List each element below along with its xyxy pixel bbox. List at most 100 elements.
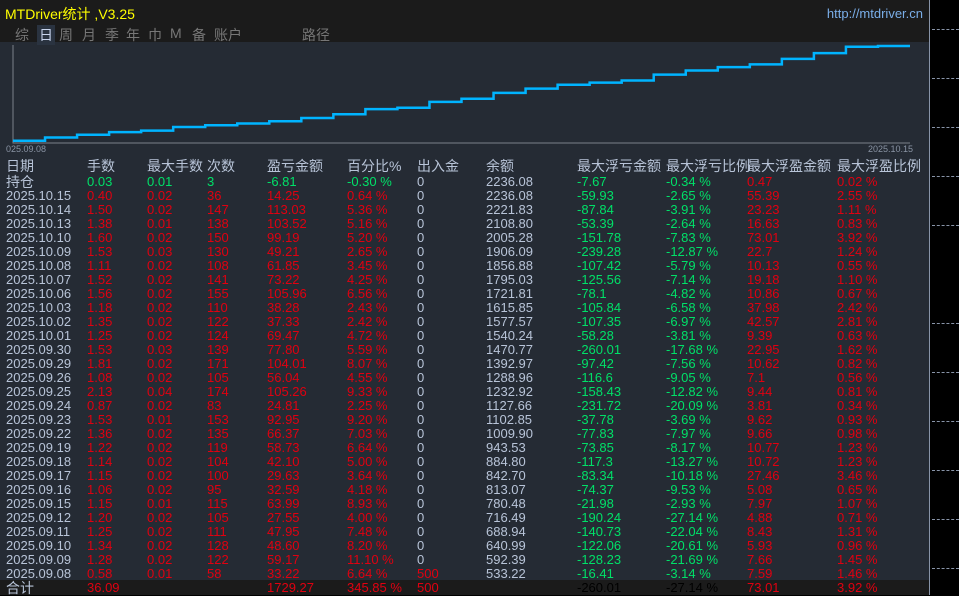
row-lots: 0.40 bbox=[87, 188, 113, 203]
row-date: 2025.10.07 bbox=[6, 272, 72, 287]
row-pnl: 48.60 bbox=[267, 538, 300, 553]
row-count: 58 bbox=[207, 566, 222, 581]
row-deposit: 0 bbox=[417, 188, 425, 203]
row-lots: 1.34 bbox=[87, 538, 113, 553]
row-max-float-profit-pct: 1.46 % bbox=[837, 566, 878, 581]
row-max-float-profit-pct: 2.81 % bbox=[837, 314, 878, 329]
row-balance: 1470.77 bbox=[486, 342, 533, 357]
row-max-lots: 0.01 bbox=[147, 412, 173, 427]
row-balance: 1615.85 bbox=[486, 300, 533, 315]
row-max-float-profit-pct: 0.83 % bbox=[837, 216, 878, 231]
row-count: 122 bbox=[207, 314, 229, 329]
row-max-float-loss: -87.84 bbox=[577, 202, 614, 217]
column-header-balance: 余额 bbox=[486, 158, 514, 174]
row-pct: 6.56 % bbox=[347, 286, 388, 301]
row-max-float-profit: 7.66 bbox=[747, 552, 773, 567]
row-deposit: 0 bbox=[417, 496, 425, 511]
row-pct: 8.20 % bbox=[347, 538, 388, 553]
row-balance: 813.07 bbox=[486, 482, 526, 497]
row-deposit: 0 bbox=[417, 524, 425, 539]
row-pct: 3.64 % bbox=[347, 468, 388, 483]
row-balance: 2108.80 bbox=[486, 216, 533, 231]
row-max-float-loss: -16.41 bbox=[577, 566, 614, 581]
row-deposit: 0 bbox=[417, 538, 425, 553]
row-count: 105 bbox=[207, 370, 229, 385]
panel-header: MTDriver统计 ,V3.25 http://mtdriver.cn 综日周… bbox=[0, 0, 929, 45]
row-balance: 688.94 bbox=[486, 524, 526, 539]
row-max-float-loss-pct: -6.58 % bbox=[666, 300, 711, 315]
row-max-float-loss-pct: -7.56 % bbox=[666, 356, 711, 371]
row-pct: 9.20 % bbox=[347, 412, 388, 427]
row-pnl: 27.55 bbox=[267, 510, 300, 525]
row-max-float-profit: 10.62 bbox=[747, 356, 780, 371]
row-pnl: 103.52 bbox=[267, 216, 307, 231]
holding-max-float-profit-pct: 0.02 % bbox=[837, 174, 878, 189]
row-max-float-loss-pct: -27.14 % bbox=[666, 510, 719, 525]
row-max-lots: 0.02 bbox=[147, 398, 173, 413]
row-max-float-loss-pct: -22.04 % bbox=[666, 524, 719, 539]
row-max-float-loss-pct: -7.97 % bbox=[666, 426, 711, 441]
row-pnl: 29.63 bbox=[267, 468, 300, 483]
row-date: 2025.10.08 bbox=[6, 258, 72, 273]
row-deposit: 0 bbox=[417, 398, 425, 413]
row-deposit: 0 bbox=[417, 426, 425, 441]
row-max-lots: 0.02 bbox=[147, 328, 173, 343]
row-max-lots: 0.01 bbox=[147, 216, 173, 231]
row-count: 36 bbox=[207, 188, 222, 203]
row-max-lots: 0.02 bbox=[147, 552, 173, 567]
row-lots: 0.87 bbox=[87, 398, 113, 413]
holding-pct: -0.30 % bbox=[347, 174, 392, 189]
row-pct: 6.64 % bbox=[347, 566, 388, 581]
row-max-float-profit: 42.57 bbox=[747, 314, 780, 329]
row-date: 2025.09.23 bbox=[6, 412, 72, 427]
row-pnl: 99.19 bbox=[267, 230, 300, 245]
row-balance: 842.70 bbox=[486, 468, 526, 483]
row-max-float-loss-pct: -3.14 % bbox=[666, 566, 711, 581]
row-lots: 1.25 bbox=[87, 524, 113, 539]
row-max-lots: 0.02 bbox=[147, 202, 173, 217]
row-max-float-loss-pct: -12.82 % bbox=[666, 384, 719, 399]
row-pct: 11.10 % bbox=[347, 552, 394, 567]
row-max-float-profit-pct: 1.11 % bbox=[837, 202, 877, 217]
row-max-lots: 0.01 bbox=[147, 496, 173, 511]
row-deposit: 0 bbox=[417, 482, 425, 497]
row-deposit: 0 bbox=[417, 440, 425, 455]
row-max-float-profit-pct: 0.96 % bbox=[837, 538, 878, 553]
row-count: 150 bbox=[207, 230, 229, 245]
row-balance: 1906.09 bbox=[486, 244, 533, 259]
row-pnl: 63.99 bbox=[267, 496, 300, 511]
row-lots: 1.18 bbox=[87, 300, 113, 315]
row-max-float-loss: -107.35 bbox=[577, 314, 622, 329]
row-pnl: 49.21 bbox=[267, 244, 300, 259]
row-balance: 1127.66 bbox=[486, 398, 533, 413]
row-max-float-loss: -190.24 bbox=[577, 510, 622, 525]
row-max-float-loss: -117.3 bbox=[577, 454, 613, 469]
column-header-deposit: 出入金 bbox=[417, 158, 459, 174]
website-link[interactable]: http://mtdriver.cn bbox=[827, 6, 923, 21]
row-max-float-profit-pct: 0.56 % bbox=[837, 370, 878, 385]
row-deposit: 0 bbox=[417, 510, 425, 525]
holding-max-float-loss-pct: -0.34 % bbox=[666, 174, 711, 189]
tab-7[interactable]: M bbox=[170, 25, 182, 41]
row-max-float-loss: -140.73 bbox=[577, 524, 622, 539]
row-max-float-profit-pct: 0.55 % bbox=[837, 258, 878, 273]
chart-end-date: 2025.10.15 bbox=[868, 144, 914, 154]
row-pnl: 104.01 bbox=[267, 356, 307, 371]
holding-max-float-loss: -7.67 bbox=[577, 174, 607, 189]
row-max-lots: 0.02 bbox=[147, 258, 173, 273]
holding-max-float-profit: 0.47 bbox=[747, 174, 773, 189]
row-deposit: 0 bbox=[417, 356, 425, 371]
row-pnl: 77.80 bbox=[267, 342, 300, 357]
row-max-float-loss: -74.37 bbox=[577, 482, 614, 497]
row-pnl: 59.17 bbox=[267, 552, 300, 567]
row-max-lots: 0.02 bbox=[147, 188, 173, 203]
row-max-lots: 0.02 bbox=[147, 286, 173, 301]
row-lots: 1.36 bbox=[87, 426, 113, 441]
row-count: 135 bbox=[207, 426, 229, 441]
row-date: 2025.09.11 bbox=[6, 524, 71, 539]
balance-line bbox=[13, 44, 910, 143]
holding-max-lots: 0.01 bbox=[147, 174, 173, 189]
row-pnl: 56.04 bbox=[267, 370, 300, 385]
total-pct: 345.85 % bbox=[347, 580, 402, 595]
row-max-float-profit: 73.01 bbox=[747, 230, 780, 245]
